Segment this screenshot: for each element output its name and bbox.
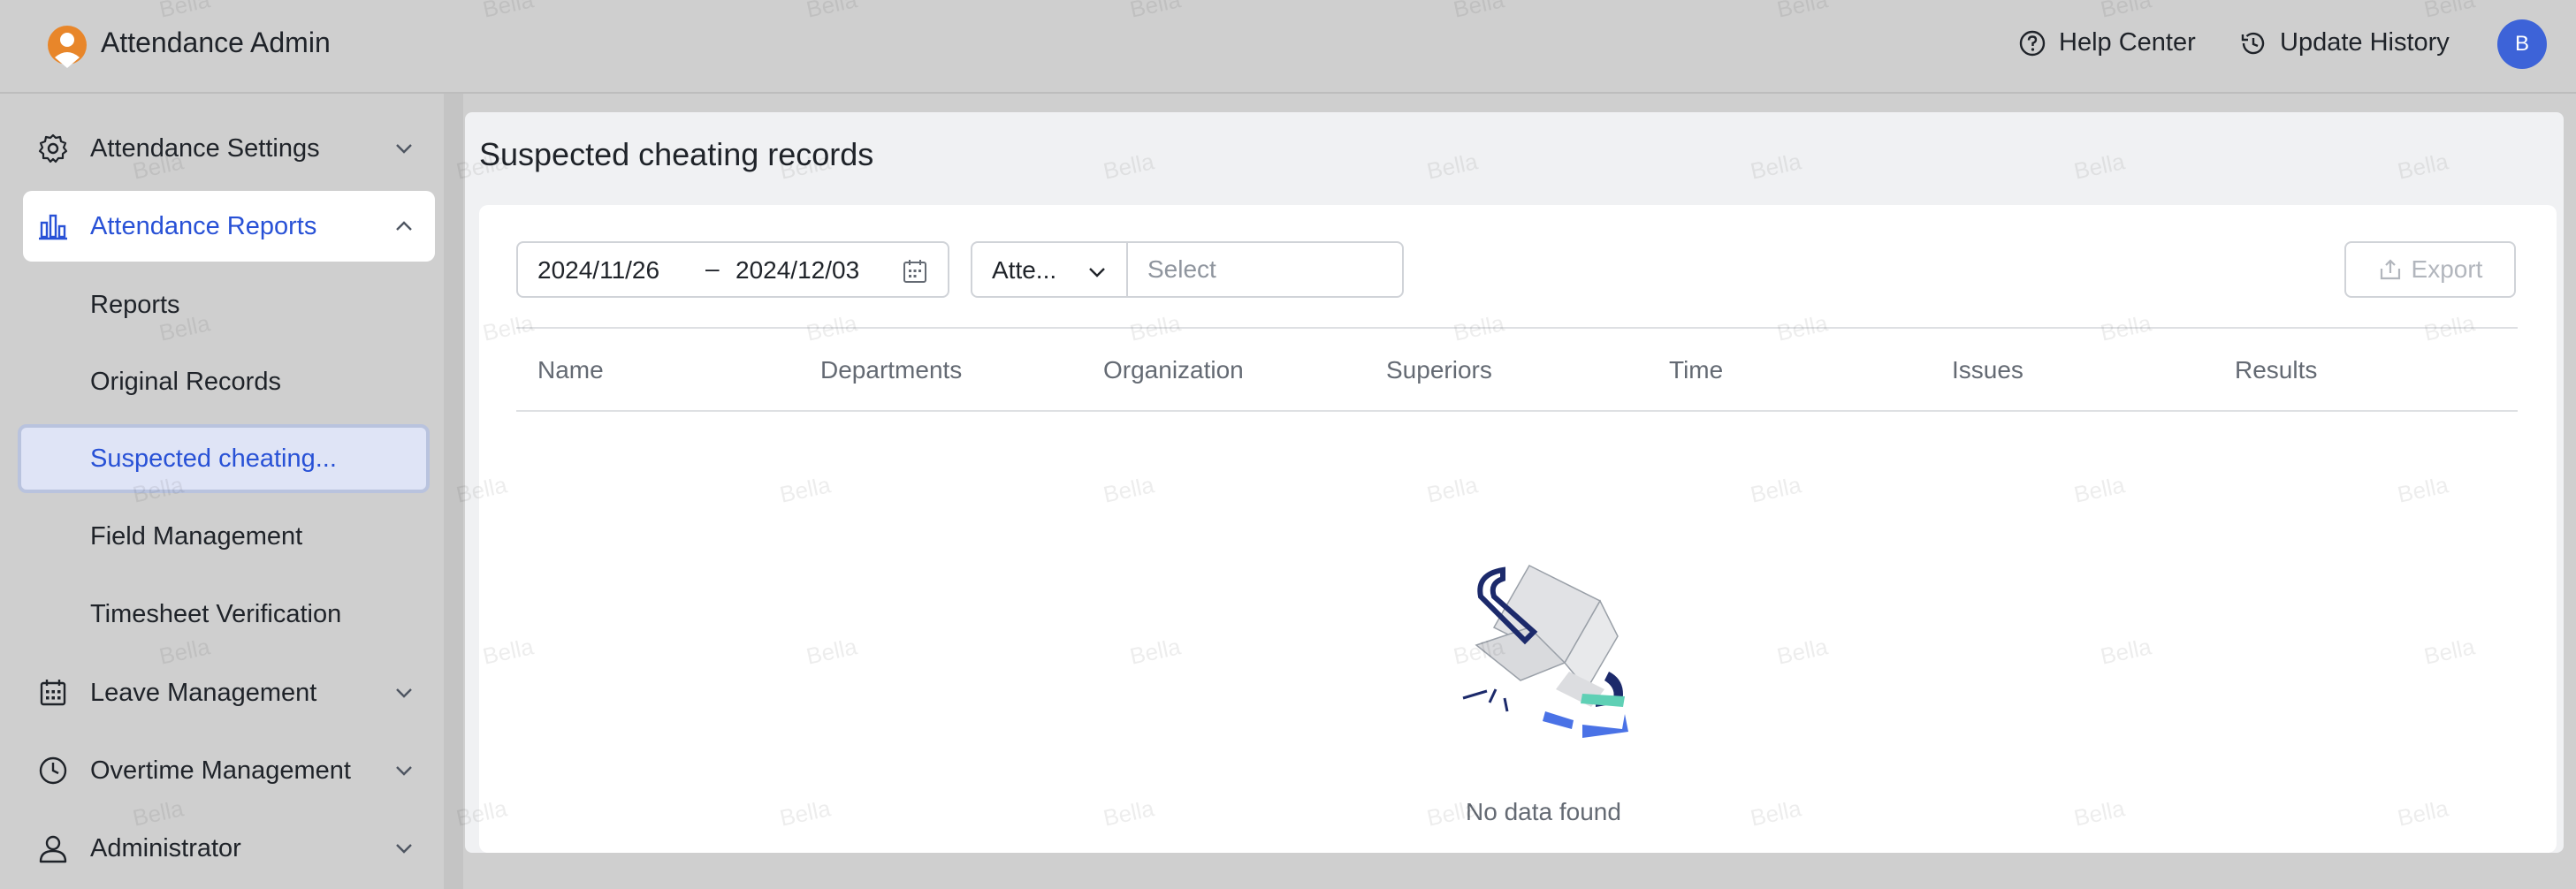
filter-type-select[interactable]: Atte... — [971, 241, 1128, 298]
sidebar-subitem-suspected-cheating[interactable]: Suspected cheating... — [18, 424, 430, 493]
export-icon — [2380, 259, 2400, 280]
chevron-down-icon — [396, 766, 412, 776]
table-header: Name Departments Organization Superiors … — [516, 327, 2518, 412]
sidebar-item-attendance-reports[interactable]: Attendance Reports — [23, 191, 435, 262]
update-history-label: Update History — [2280, 28, 2450, 57]
chevron-down-icon — [396, 688, 412, 698]
help-center-link[interactable]: Help Center — [2018, 28, 2196, 57]
date-end[interactable]: 2024/12/03 — [735, 256, 859, 285]
sidebar-subitem-label: Suspected cheating... — [90, 444, 337, 473]
sidebar-item-label: Overtime Management — [90, 756, 351, 785]
user-icon — [39, 835, 67, 863]
sidebar-item-attendance-settings[interactable]: Attendance Settings — [23, 113, 435, 184]
sidebar-subitem-label: Field Management — [90, 521, 303, 551]
avatar[interactable]: B — [2497, 19, 2547, 69]
sidebar-subitem-timesheet-verification[interactable]: Timesheet Verification — [18, 580, 430, 649]
empty-state-text: No data found — [1466, 798, 1621, 825]
question-circle-icon — [2019, 30, 2046, 56]
history-icon — [2241, 32, 2265, 54]
date-separator: – — [705, 255, 720, 282]
chevron-up-icon — [396, 221, 412, 231]
date-range-picker[interactable]: 2024/11/26 – 2024/12/03 — [516, 241, 949, 298]
sidebar-item-leave-management[interactable]: Leave Management — [23, 657, 435, 728]
top-bar: Attendance Admin Help Center Update Hist… — [0, 0, 2576, 94]
sidebar-item-label: Attendance Settings — [90, 133, 320, 163]
export-label: Export — [2411, 255, 2483, 283]
column-header-time[interactable]: Time — [1669, 356, 1723, 384]
sidebar-subitem-field-management[interactable]: Field Management — [18, 502, 430, 571]
sidebar-item-label: Attendance Reports — [90, 211, 317, 240]
sidebar-subitem-label: Reports — [90, 290, 180, 319]
page-title: Suspected cheating records — [479, 136, 874, 172]
column-header-departments[interactable]: Departments — [820, 356, 962, 384]
date-start[interactable]: 2024/11/26 — [537, 256, 659, 285]
export-button[interactable]: Export — [2344, 241, 2516, 298]
chevron-down-icon — [396, 844, 412, 854]
empty-box-illustration — [1462, 565, 1628, 738]
sidebar-subitem-label: Original Records — [90, 367, 281, 396]
help-center-label: Help Center — [2059, 28, 2196, 57]
filter-value-select[interactable] — [1126, 241, 1404, 298]
column-header-superiors[interactable]: Superiors — [1386, 356, 1492, 384]
calendar-icon — [40, 680, 66, 706]
sidebar-subitem-original-records[interactable]: Original Records — [18, 347, 430, 416]
column-header-organization[interactable]: Organization — [1103, 356, 1244, 384]
gear-icon — [38, 133, 68, 163]
sidebar-item-overtime-management[interactable]: Overtime Management — [23, 735, 435, 806]
clock-icon — [39, 756, 67, 785]
column-header-results[interactable]: Results — [2235, 356, 2317, 384]
column-header-name[interactable]: Name — [537, 356, 604, 384]
sidebar-item-administrator[interactable]: Administrator — [23, 813, 435, 884]
sidebar-item-label: Leave Management — [90, 678, 317, 707]
sidebar-scrollbar[interactable] — [444, 94, 463, 889]
column-header-issues[interactable]: Issues — [1952, 356, 2023, 384]
chevron-down-icon — [1089, 268, 1105, 277]
filter-type-value: Atte... — [992, 256, 1057, 284]
sidebar-item-label: Administrator — [90, 833, 241, 862]
sidebar-subitem-reports[interactable]: Reports — [18, 270, 430, 339]
chevron-down-icon — [396, 144, 412, 154]
calendar-icon[interactable] — [902, 258, 928, 285]
update-history-link[interactable]: Update History — [2239, 28, 2450, 57]
app-logo-icon — [48, 26, 87, 68]
sidebar-subitem-label: Timesheet Verification — [90, 599, 342, 628]
app-title: Attendance Admin — [101, 27, 331, 58]
bar-chart-icon — [39, 214, 67, 240]
